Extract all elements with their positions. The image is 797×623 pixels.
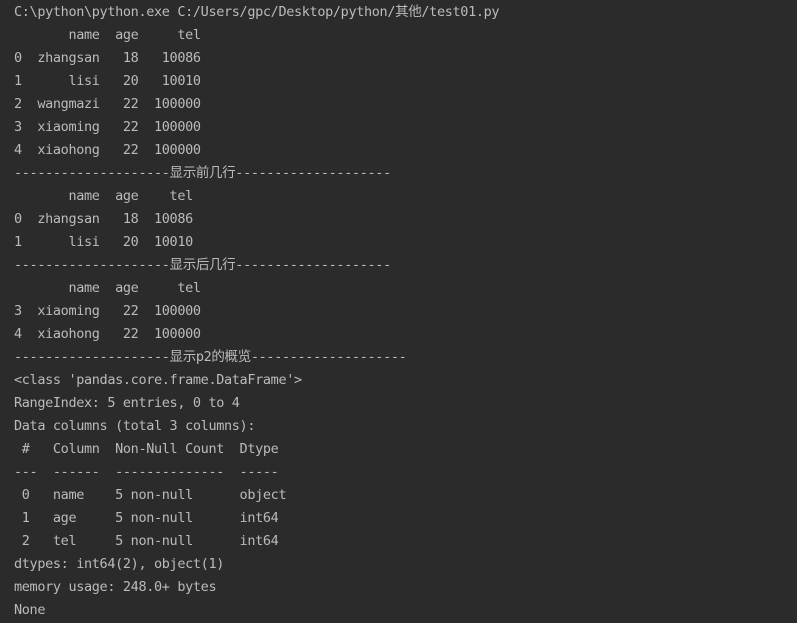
info-data-columns: Data columns (total 3 columns):: [14, 418, 256, 434]
tail-row: 3 xiaoming 22 100000: [14, 303, 201, 319]
info-dtypes: dtypes: int64(2), object(1): [14, 556, 224, 572]
dataframe-row: 0 zhangsan 18 10086: [14, 50, 201, 66]
section-separator-tail: --------------------显示后几行---------------…: [14, 257, 391, 273]
info-range-index: RangeIndex: 5 entries, 0 to 4: [14, 395, 240, 411]
dataframe-header: name age tel: [14, 27, 201, 43]
head-header: name age tel: [14, 188, 193, 204]
dataframe-row: 3 xiaoming 22 100000: [14, 119, 201, 135]
tail-header: name age tel: [14, 280, 201, 296]
info-table-rule: --- ------ -------------- -----: [14, 464, 287, 480]
dataframe-row: 2 wangmazi 22 100000: [14, 96, 201, 112]
info-memory-usage: memory usage: 248.0+ bytes: [14, 579, 217, 595]
section-separator-head: --------------------显示前几行---------------…: [14, 165, 391, 181]
tail-row: 4 xiaohong 22 100000: [14, 326, 201, 342]
section-separator-info: --------------------显示p2的概览-------------…: [14, 349, 407, 365]
info-table-row: 2 tel 5 non-null int64: [14, 533, 287, 549]
info-table-row: 0 name 5 non-null object: [14, 487, 287, 503]
info-table-header: # Column Non-Null Count Dtype: [14, 441, 287, 457]
head-row: 1 lisi 20 10010: [14, 234, 193, 250]
return-value: None: [14, 602, 46, 618]
command-line: C:\python\python.exe C:/Users/gpc/Deskto…: [14, 4, 500, 20]
dataframe-row: 1 lisi 20 10010: [14, 73, 201, 89]
head-row: 0 zhangsan 18 10086: [14, 211, 193, 227]
info-table-row: 1 age 5 non-null int64: [14, 510, 287, 526]
dataframe-row: 4 xiaohong 22 100000: [14, 142, 201, 158]
info-class: <class 'pandas.core.frame.DataFrame'>: [14, 372, 302, 388]
console-output[interactable]: C:\python\python.exe C:/Users/gpc/Deskto…: [14, 1, 797, 623]
